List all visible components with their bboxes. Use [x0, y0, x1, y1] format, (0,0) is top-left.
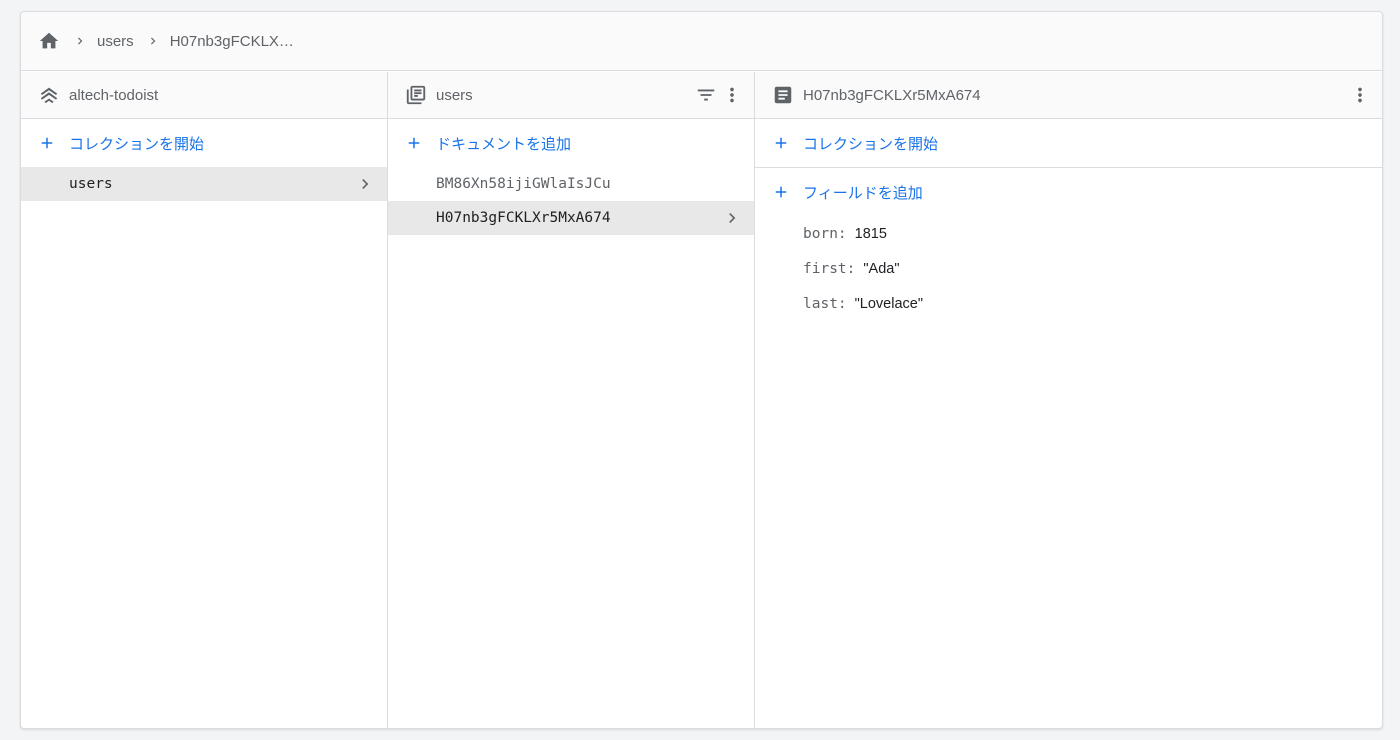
collection-panel: users ドキュメントを追加 BM86Xn58ijiGWlaIsJCu H07… [388, 72, 755, 728]
field-key: last: [803, 295, 847, 312]
firestore-data-viewer: users H07nb3gFCKLX… altech-todoist コレクショ… [20, 11, 1383, 729]
field-row-last[interactable]: last: "Lovelace" [755, 286, 1382, 321]
plus-icon [771, 133, 791, 153]
field-value: 1815 [854, 225, 887, 242]
add-document-button[interactable]: ドキュメントを追加 [388, 119, 754, 167]
chevron-right-icon [143, 31, 163, 51]
chevron-right-icon [355, 174, 375, 194]
field-value: "Lovelace" [854, 295, 923, 312]
collection-item-users[interactable]: users [21, 167, 387, 201]
field-row-first[interactable]: first: "Ada" [755, 251, 1382, 286]
start-collection-label: コレクションを開始 [69, 135, 205, 153]
chevron-right-icon [70, 31, 90, 51]
start-subcollection-button[interactable]: コレクションを開始 [755, 119, 1382, 168]
more-vert-icon[interactable] [720, 83, 744, 107]
add-document-label: ドキュメントを追加 [436, 135, 572, 153]
field-key: first: [803, 260, 856, 277]
add-field-button[interactable]: フィールドを追加 [755, 168, 1382, 216]
panels: altech-todoist コレクションを開始 users users ドキュ… [21, 72, 1382, 728]
more-vert-icon[interactable] [1348, 83, 1372, 107]
home-icon[interactable] [37, 29, 61, 53]
plus-icon [404, 133, 424, 153]
root-panel-header: altech-todoist [21, 72, 387, 119]
collection-panel-title: users [436, 86, 473, 104]
breadcrumb: users H07nb3gFCKLX… [21, 12, 1382, 71]
collection-item-label: users [69, 176, 113, 192]
field-value: "Ada" [863, 260, 900, 277]
filter-icon[interactable] [694, 83, 718, 107]
document-item[interactable]: BM86Xn58ijiGWlaIsJCu [388, 167, 754, 201]
plus-icon [37, 133, 57, 153]
breadcrumb-item-users[interactable]: users [97, 33, 134, 50]
firebase-project-icon [37, 83, 61, 107]
field-key: born: [803, 225, 847, 242]
start-collection-button[interactable]: コレクションを開始 [21, 119, 387, 167]
root-panel: altech-todoist コレクションを開始 users [21, 72, 388, 728]
breadcrumb-item-document[interactable]: H07nb3gFCKLX… [170, 33, 294, 50]
document-panel: H07nb3gFCKLXr5MxA674 コレクションを開始 フィールドを追加 [755, 72, 1382, 728]
chevron-right-icon [722, 208, 742, 228]
document-panel-title: H07nb3gFCKLXr5MxA674 [803, 86, 981, 104]
field-list: born: 1815 first: "Ada" last: "Lovelace" [755, 216, 1382, 321]
collection-panel-header: users [388, 72, 754, 119]
root-panel-title: altech-todoist [69, 86, 159, 104]
collection-icon [404, 83, 428, 107]
field-row-born[interactable]: born: 1815 [755, 216, 1382, 251]
document-panel-header: H07nb3gFCKLXr5MxA674 [755, 72, 1382, 119]
document-item-label: H07nb3gFCKLXr5MxA674 [436, 210, 611, 226]
document-icon [771, 83, 795, 107]
plus-icon [771, 182, 791, 202]
start-subcollection-label: コレクションを開始 [803, 135, 939, 153]
add-field-label: フィールドを追加 [803, 184, 923, 202]
document-item[interactable]: H07nb3gFCKLXr5MxA674 [388, 201, 754, 235]
document-item-label: BM86Xn58ijiGWlaIsJCu [436, 176, 611, 192]
